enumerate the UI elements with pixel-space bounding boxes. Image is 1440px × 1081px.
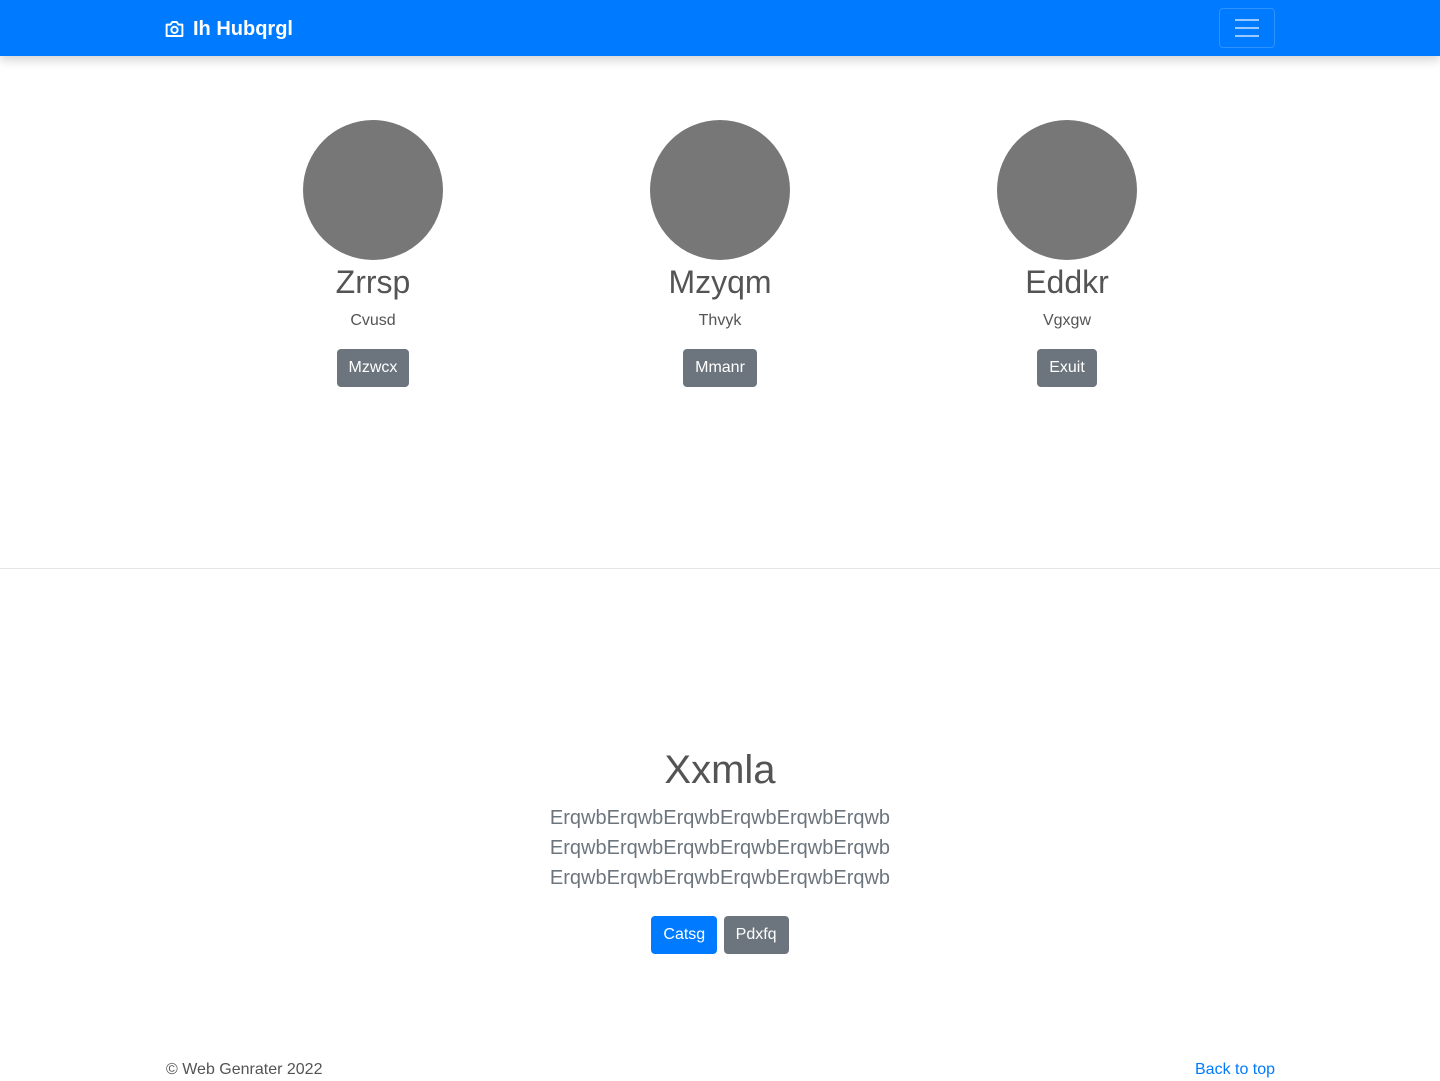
- footer-copyright: © Web Genrater 2022: [166, 1061, 323, 1078]
- hamburger-menu-icon: [1235, 19, 1259, 37]
- section-divider: [0, 568, 1440, 569]
- navbar: Ih Hubqrgl: [0, 0, 1440, 56]
- avatar: [650, 120, 790, 260]
- camera-icon: [165, 21, 184, 37]
- member-name: Zrrsp: [335, 264, 411, 300]
- navbar-toggler-button[interactable]: [1219, 8, 1275, 48]
- brand-link[interactable]: Ih Hubqrgl: [164, 15, 293, 43]
- member-role: Vgxgw: [1042, 312, 1092, 329]
- hero-text: ErqwbErqwbErqwbErqwbErqwbErqwb ErqwbErqw…: [420, 803, 1020, 893]
- member-button[interactable]: Exuit: [1037, 349, 1097, 387]
- hero-text-line: ErqwbErqwbErqwbErqwbErqwbErqwb: [549, 807, 891, 829]
- member-name: Eddkr: [1025, 264, 1109, 300]
- member-role: Thvyk: [698, 312, 742, 329]
- hero-text-line: ErqwbErqwbErqwbErqwbErqwbErqwb: [549, 837, 891, 859]
- hero-buttons: Catsg Pdxfq: [420, 916, 1020, 954]
- member-card-2: Mzyqm Thvyk Mmanr: [570, 120, 870, 387]
- brand-title: Ih Hubqrgl: [193, 17, 293, 40]
- back-to-top-link[interactable]: Back to top: [1195, 1059, 1275, 1081]
- member-role: Cvusd: [350, 312, 396, 329]
- member-name: Mzyqm: [668, 264, 772, 300]
- primary-button[interactable]: Catsg: [651, 916, 718, 954]
- member-button[interactable]: Mmanr: [683, 349, 757, 387]
- member-card-3: Eddkr Vgxgw Exuit: [917, 120, 1217, 387]
- secondary-button[interactable]: Pdxfq: [723, 916, 789, 954]
- hero-title: Xxmla: [664, 748, 776, 792]
- avatar: [303, 120, 443, 260]
- member-button[interactable]: Mzwcx: [336, 349, 410, 387]
- member-card-1: Zrrsp Cvusd Mzwcx: [223, 120, 523, 387]
- avatar: [997, 120, 1137, 260]
- hero-section: Xxmla ErqwbErqwbErqwbErqwbErqwbErqwb Erq…: [420, 746, 1020, 954]
- hero-text-line: ErqwbErqwbErqwbErqwbErqwbErqwb: [549, 867, 891, 889]
